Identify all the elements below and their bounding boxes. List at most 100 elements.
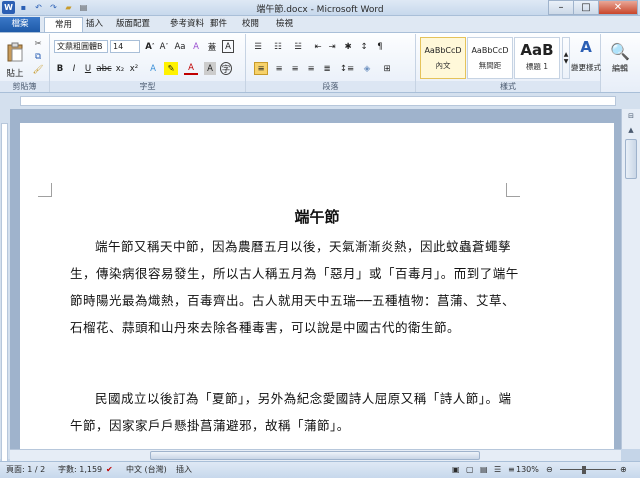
style-no-spacing[interactable]: AaBbCcD 無間距	[467, 37, 513, 79]
show-marks-icon[interactable]: ¶	[374, 40, 386, 53]
italic-button[interactable]: I	[68, 62, 80, 75]
styles-scroll-icon[interactable]: ▲ ▼	[562, 37, 570, 79]
increase-indent-icon[interactable]: ⇥	[326, 40, 338, 53]
text-effects-icon[interactable]: A	[146, 62, 160, 75]
clear-format-icon[interactable]: A	[190, 40, 202, 53]
paragraph-group-label: 段落	[246, 81, 415, 92]
borders-icon[interactable]: ⊞	[380, 62, 394, 75]
bold-button[interactable]: B	[54, 62, 66, 75]
highlight-icon[interactable]: ✎	[164, 62, 178, 75]
format-painter-icon[interactable]: 🖌	[32, 64, 44, 75]
maximize-button[interactable]: □	[573, 0, 599, 15]
font-color-icon[interactable]: A	[184, 62, 198, 75]
horizontal-ruler	[0, 93, 640, 109]
char-shading-icon[interactable]: A	[204, 62, 216, 75]
draft-view-icon[interactable]: ≡	[508, 462, 515, 478]
shrink-font-icon[interactable]: A ˅	[158, 40, 170, 53]
subscript-button[interactable]: x₂	[114, 62, 126, 75]
zoom-level[interactable]: 130%	[516, 462, 539, 478]
window-title: 端午節.docx - Microsoft Word	[256, 5, 384, 15]
margin-corner	[506, 183, 520, 197]
align-center-button[interactable]: ≡	[272, 62, 286, 75]
editing-button[interactable]: 編輯	[603, 62, 637, 74]
style-sample: AaBbCcD	[424, 46, 462, 55]
copy-icon[interactable]: ⧉	[32, 51, 44, 62]
style-sample: AaBbCcD	[471, 46, 509, 55]
font-group-label: 字型	[50, 81, 245, 92]
decrease-indent-icon[interactable]: ⇤	[312, 40, 324, 53]
align-left-button[interactable]: ≡	[254, 62, 268, 75]
ruler-toggle-icon[interactable]: ⊟	[622, 109, 640, 123]
multilevel-list-icon[interactable]: ☱	[290, 40, 306, 53]
web-layout-view-icon[interactable]: ▤	[480, 462, 488, 478]
paragraph-2[interactable]: 民國成立以後訂為「夏節」，另外為紀念愛國詩人屈原又稱「詩人節」。端午節，因家家戶…	[70, 385, 522, 439]
editing-group: 🔍 編輯	[601, 34, 640, 92]
margin-corner	[38, 183, 52, 197]
style-heading-1[interactable]: AaB 標題 1	[514, 37, 560, 79]
enclose-char-icon[interactable]: 字	[220, 62, 232, 75]
insert-mode[interactable]: 插入	[176, 462, 192, 478]
numbering-icon[interactable]: ☷	[270, 40, 286, 53]
change-styles-button[interactable]: 變更樣式	[570, 58, 602, 76]
vertical-ruler	[0, 109, 10, 463]
title-bar: W ▪ ↶ ↷ ▰ ▤ 端午節.docx - Microsoft Word – …	[0, 0, 640, 16]
ruler-strip[interactable]	[20, 96, 616, 106]
horizontal-scrollbar[interactable]	[10, 449, 621, 461]
document-area: 端午節 端午節又稱天中節，因為農曆五月以後，天氣漸漸炎熱，因此蚊蟲蒼蠅孳生，傳染…	[10, 109, 621, 449]
tab-file[interactable]: 檔案	[0, 17, 40, 32]
sort-icon[interactable]: ↕	[358, 40, 370, 53]
paragraph-group: ☰ ☷ ☱ ⇤ ⇥ ✱ ↕ ¶ ≡ ≡ ≡ ≡ ≣ ↕≡ ◈ ⊞ 段落	[246, 34, 416, 92]
window-controls: – □ ✕	[548, 0, 638, 15]
phonetic-guide-icon[interactable]: 蓋	[206, 40, 218, 53]
zoom-out-icon[interactable]: ⊖	[546, 462, 553, 478]
justify-button[interactable]: ≡	[304, 62, 318, 75]
zoom-slider-thumb[interactable]	[582, 466, 586, 474]
outline-view-icon[interactable]: ☰	[494, 462, 501, 478]
change-styles-icon[interactable]: A	[572, 37, 600, 57]
chinese-layout-icon[interactable]: ✱	[342, 40, 354, 53]
print-layout-view-icon[interactable]: ▣	[452, 462, 460, 478]
font-group: 文鼎粗圓體B 14 A ˄ A ˅ Aa A 蓋 A B I U abc x₂ x²…	[50, 34, 246, 92]
tab-review[interactable]: 校閱	[232, 17, 269, 32]
scroll-thumb[interactable]	[150, 451, 480, 460]
zoom-in-icon[interactable]: ⊕	[620, 462, 627, 478]
zoom-slider[interactable]	[560, 469, 616, 470]
distributed-button[interactable]: ≣	[320, 62, 334, 75]
paste-button[interactable]	[4, 37, 26, 67]
minimize-button[interactable]: –	[548, 0, 574, 15]
ribbon-tabs: 檔案 常用 插入 版面配置 參考資料 郵件 校閱 檢視	[0, 16, 640, 32]
full-screen-view-icon[interactable]: ▢	[466, 462, 474, 478]
paragraph-1[interactable]: 端午節又稱天中節，因為農曆五月以後，天氣漸漸炎熱，因此蚊蟲蒼蠅孳生，傳染病很容易…	[70, 233, 522, 341]
document-title[interactable]: 端午節	[20, 206, 614, 227]
clipboard-icon	[7, 42, 23, 62]
char-border-icon[interactable]: A	[222, 40, 234, 53]
close-button[interactable]: ✕	[598, 0, 638, 15]
tab-view[interactable]: 檢視	[266, 17, 303, 32]
vertical-scrollbar[interactable]: ⊟ ▲	[621, 109, 640, 449]
shading-icon[interactable]: ◈	[360, 62, 374, 75]
page-count[interactable]: 頁面: 1 / 2	[6, 462, 45, 478]
scroll-thumb[interactable]	[625, 139, 637, 179]
strikethrough-button[interactable]: abc	[96, 62, 111, 75]
proofing-icon[interactable]: ✔	[106, 462, 113, 478]
document-page[interactable]: 端午節 端午節又稱天中節，因為農曆五月以後，天氣漸漸炎熱，因此蚊蟲蒼蠅孳生，傳染…	[20, 123, 614, 449]
superscript-button[interactable]: x²	[128, 62, 140, 75]
font-size-select[interactable]: 14	[110, 40, 140, 53]
scroll-up-icon[interactable]: ▲	[622, 123, 640, 137]
line-spacing-icon[interactable]: ↕≡	[340, 62, 354, 75]
underline-button[interactable]: U	[82, 62, 94, 75]
grow-font-icon[interactable]: A ˄	[144, 40, 156, 53]
change-case-icon[interactable]: Aa	[174, 40, 186, 53]
cut-icon[interactable]: ✂	[32, 38, 44, 49]
language-indicator[interactable]: 中文 (台灣)	[126, 462, 167, 478]
word-count[interactable]: 字數: 1,159	[58, 462, 102, 478]
style-sample: AaB	[520, 41, 554, 59]
font-name-select[interactable]: 文鼎粗圓體B	[54, 40, 108, 53]
style-normal[interactable]: AaBbCcD 內文	[420, 37, 466, 79]
align-right-button[interactable]: ≡	[288, 62, 302, 75]
binoculars-icon[interactable]: 🔍	[607, 40, 633, 62]
bullets-icon[interactable]: ☰	[250, 40, 266, 53]
paste-label: 貼上	[6, 69, 24, 79]
tab-page-layout[interactable]: 版面配置	[106, 17, 160, 32]
ruler-strip[interactable]	[1, 123, 8, 463]
